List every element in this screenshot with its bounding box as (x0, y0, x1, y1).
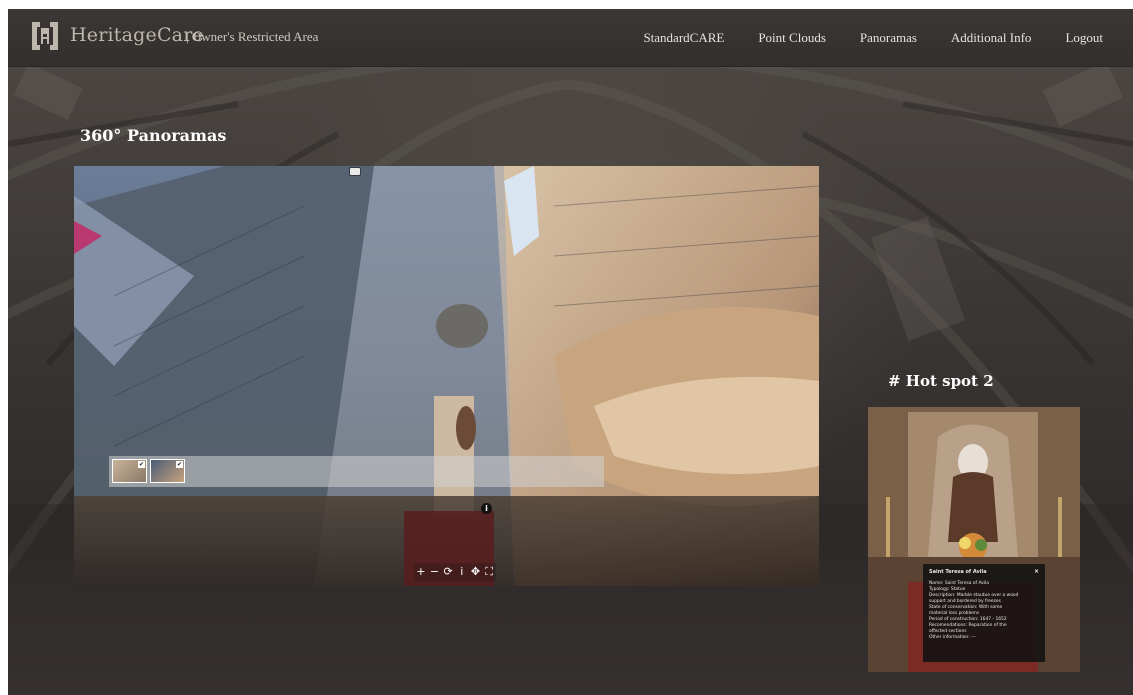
viewer-image-icon[interactable] (350, 168, 360, 175)
info-hotspot-icon[interactable]: i (481, 503, 492, 514)
page-frame: HeritageCare | Owner's Restricted Area S… (8, 9, 1133, 695)
heritagecare-logo-icon[interactable] (29, 20, 61, 52)
popup-line: Other information: --- (929, 635, 976, 640)
fullscreen-icon[interactable]: ⛶ (483, 565, 496, 579)
panorama-thumbnail[interactable]: ✔ (112, 459, 147, 483)
page-title: 360° Panoramas (80, 126, 227, 145)
nav-panoramas[interactable]: Panoramas (860, 30, 917, 46)
main-nav: StandardCARE Point Clouds Panoramas Addi… (609, 9, 1103, 66)
close-icon[interactable]: × (1034, 568, 1039, 575)
hotspot-image: × Saint Teresa of Avila Name: Saint Tere… (868, 407, 1080, 672)
top-navbar: HeritageCare | Owner's Restricted Area S… (8, 9, 1133, 67)
hotspot-info-popup: × Saint Teresa of Avila Name: Saint Tere… (923, 564, 1045, 662)
move-icon[interactable]: ✥ (469, 565, 482, 579)
viewer-controls: + − ⟳ i ✥ ⛶ (414, 563, 496, 581)
nav-logout[interactable]: Logout (1065, 30, 1103, 46)
brand-subtitle: | Owner's Restricted Area (186, 29, 319, 44)
zoom-out-icon[interactable]: − (428, 565, 441, 579)
check-icon: ✔ (138, 461, 145, 468)
panorama-thumbnail[interactable]: ✔ (150, 459, 185, 483)
nav-standardcare[interactable]: StandardCARE (643, 30, 724, 46)
autorotate-icon[interactable]: ⟳ (442, 565, 455, 579)
nav-additional-info[interactable]: Additional Info (951, 30, 1032, 46)
hotspot-title: # Hot spot 2 (888, 372, 994, 390)
nav-point-clouds[interactable]: Point Clouds (758, 30, 826, 46)
zoom-in-icon[interactable]: + (414, 565, 427, 579)
popup-title: Saint Teresa of Avila (929, 569, 987, 575)
brand-name[interactable]: HeritageCare (70, 24, 204, 46)
check-icon: ✔ (176, 461, 183, 468)
info-icon[interactable]: i (455, 565, 468, 579)
panorama-thumbnail-strip: ✔ ✔ (109, 456, 604, 487)
panorama-viewer[interactable]: ✔ ✔ i + − ⟳ i ✥ ⛶ (74, 166, 819, 586)
panorama-image[interactable] (74, 166, 819, 586)
